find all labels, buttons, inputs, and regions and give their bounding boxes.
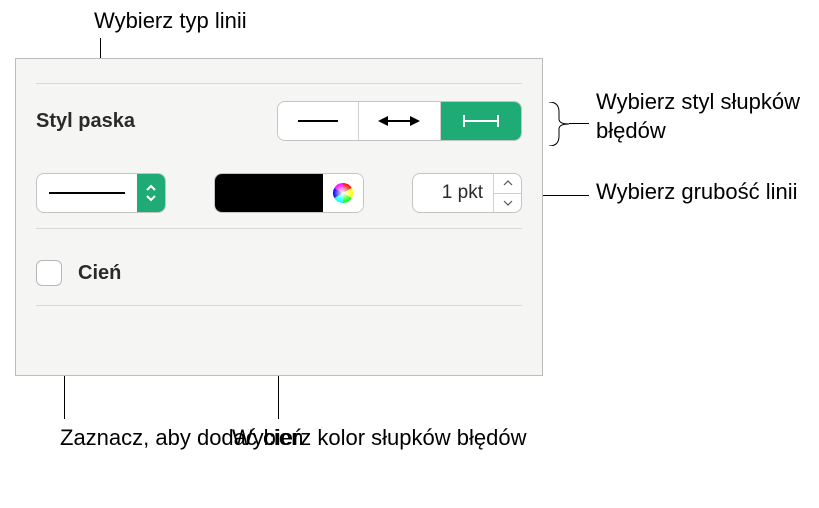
line-plain-icon bbox=[293, 111, 343, 131]
brace-style bbox=[547, 102, 587, 146]
format-panel: Styl paska bbox=[15, 58, 543, 376]
section-label-bar-style: Styl paska bbox=[36, 110, 135, 133]
callout-thickness: Wybierz grubość linii bbox=[596, 178, 798, 207]
line-type-preview bbox=[37, 183, 137, 203]
thickness-step-up[interactable] bbox=[494, 174, 521, 194]
chevron-up-icon bbox=[503, 180, 513, 187]
line-type-select[interactable] bbox=[36, 173, 166, 213]
leader-style bbox=[569, 123, 589, 124]
callout-shadow: Zaznacz, aby dodać cień bbox=[60, 424, 303, 453]
thickness-step-down[interactable] bbox=[494, 194, 521, 213]
thickness-stepper bbox=[493, 174, 521, 212]
chevron-updown-icon bbox=[144, 184, 158, 202]
color-control bbox=[214, 173, 364, 213]
thickness-control: 1 pkt bbox=[412, 173, 522, 213]
color-wheel-button[interactable] bbox=[323, 174, 363, 212]
error-bar-style-caps[interactable] bbox=[441, 102, 521, 140]
color-swatch-button[interactable] bbox=[215, 174, 323, 212]
color-wheel-icon bbox=[332, 182, 354, 204]
line-arrows-icon bbox=[374, 111, 424, 131]
error-bar-style-line[interactable] bbox=[278, 102, 359, 140]
shadow-label: Cień bbox=[78, 262, 121, 285]
shadow-checkbox[interactable] bbox=[36, 260, 62, 286]
callout-error-bar-style: Wybierz styl słupków błędów bbox=[596, 88, 819, 145]
line-type-caret bbox=[137, 174, 165, 212]
error-bar-style-segmented bbox=[277, 101, 522, 141]
divider bbox=[36, 305, 522, 306]
thickness-value-input[interactable]: 1 pkt bbox=[413, 182, 493, 204]
chevron-down-icon bbox=[503, 199, 513, 206]
line-solid-icon bbox=[47, 183, 127, 203]
callout-line-type: Wybierz typ linii bbox=[94, 7, 247, 36]
error-bar-style-arrows[interactable] bbox=[359, 102, 440, 140]
line-caps-icon bbox=[456, 111, 506, 131]
leader-thickness bbox=[541, 195, 589, 196]
